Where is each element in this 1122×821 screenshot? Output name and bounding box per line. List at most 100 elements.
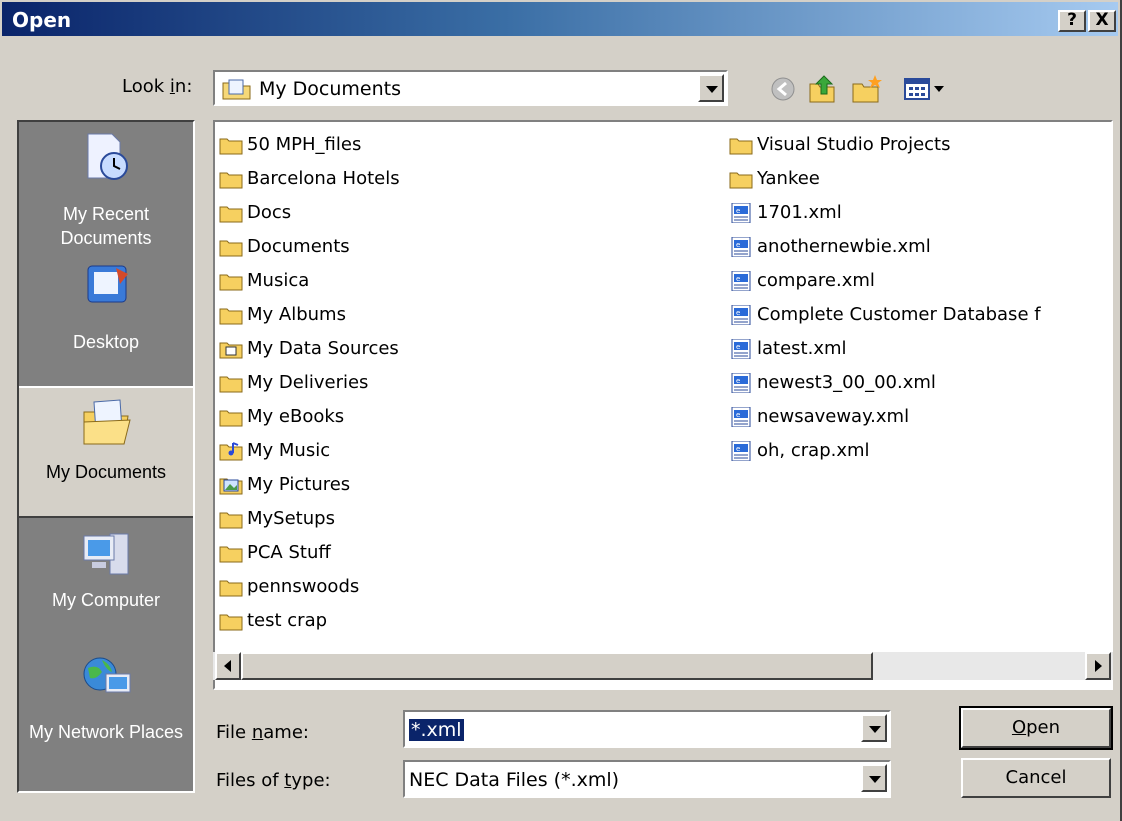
file-name: Yankee [757,168,820,189]
files-of-type-dropdown-button[interactable] [861,764,887,792]
file-list-item[interactable]: e 1701.xml [727,196,1041,230]
file-list-item[interactable]: e oh, crap.xml [727,434,1041,468]
new-folder-icon[interactable] [850,72,884,106]
place-my-recent-documents[interactable]: My Recent Documents [19,122,193,254]
file-list-item[interactable]: PCA Stuff [217,536,400,570]
file-list-item[interactable]: Barcelona Hotels [217,162,400,196]
file-list-item[interactable]: e newsaveway.xml [727,400,1041,434]
file-name: Docs [247,202,292,223]
file-list-item[interactable]: MySetups [217,502,400,536]
view-menu-icon[interactable] [902,72,954,106]
file-name-value: *.xml [409,719,464,741]
file-name-label: File name: [216,722,309,743]
folder-icon [219,274,243,291]
network-places-icon [83,657,131,693]
file-name: Barcelona Hotels [247,168,400,189]
file-list-item[interactable]: My Deliveries [217,366,400,400]
file-name: latest.xml [757,338,847,359]
file-list-item[interactable]: e Complete Customer Database f [727,298,1041,332]
xml-file-icon: e [731,339,751,359]
file-name-dropdown-button[interactable] [861,714,887,742]
file-name: 1701.xml [757,202,842,223]
file-list-item[interactable]: Visual Studio Projects [727,128,1041,162]
cancel-button[interactable]: Cancel [961,758,1111,798]
file-list-column-1: 50 MPH_files Barcelona Hotels Docs Document… [217,128,400,638]
folder-icon [219,512,243,529]
file-list-item[interactable]: e compare.xml [727,264,1041,298]
file-name: test crap [247,610,328,631]
svg-text:e: e [736,241,740,249]
file-name: My Deliveries [247,372,369,393]
place-my-documents[interactable]: My Documents [19,386,193,518]
file-list-item[interactable]: test crap [217,604,400,638]
file-name: PCA Stuff [247,542,331,563]
file-list-item[interactable]: pennswoods [217,570,400,604]
folder-icon [219,138,243,155]
folder-icon [219,172,243,189]
file-list-item[interactable]: 50 MPH_files [217,128,400,162]
file-name: My Data Sources [247,338,399,359]
place-label: Desktop [72,332,140,352]
my-documents-icon [83,399,131,445]
look-in-dropdown[interactable]: My Documents [213,70,728,106]
files-of-type-dropdown[interactable]: NEC Data Files (*.xml) [403,760,891,798]
file-list-item[interactable]: Yankee [727,162,1041,196]
file-name: anothernewbie.xml [757,236,931,257]
folder-icon [219,376,243,393]
file-list-column-2: Visual Studio Projects Yankee e 1701.xml e an… [727,128,1041,468]
file-list-item[interactable]: Musica [217,264,400,298]
file-list-item[interactable]: My eBooks [217,400,400,434]
folder-icon [219,546,243,563]
horizontal-scrollbar[interactable] [213,652,1113,680]
xml-file-icon: e [731,441,751,461]
my-documents-icon [222,79,251,100]
folder-icon [729,138,753,155]
file-list-item[interactable]: My Data Sources [217,332,400,366]
scroll-right-button[interactable] [1085,652,1111,680]
file-name: Documents [247,236,350,257]
file-list-item[interactable]: Docs [217,196,400,230]
file-name: My Albums [247,304,346,325]
file-list-item[interactable]: e anothernewbie.xml [727,230,1041,264]
pictures-folder-icon [219,478,243,495]
data-sources-folder-icon [219,342,243,359]
arrow-right-icon [1095,660,1102,672]
place-label: My Network Places [28,722,184,742]
scroll-left-button[interactable] [215,652,241,680]
folder-icon [219,206,243,223]
folder-icon [219,308,243,325]
file-list-item[interactable]: e latest.xml [727,332,1041,366]
up-folder-icon[interactable] [806,72,840,106]
place-label: My Documents [45,462,167,482]
place-desktop[interactable]: Desktop [19,262,193,386]
xml-file-icon: e [731,237,751,257]
file-name: My Music [247,440,331,461]
help-button[interactable]: ? [1058,10,1086,32]
xml-file-icon: e [731,305,751,325]
file-name: MySetups [247,508,335,529]
title-bar[interactable]: Open ? X [2,2,1118,36]
place-my-network-places[interactable]: My Network Places [19,644,193,792]
file-list-item[interactable]: Documents [217,230,400,264]
back-icon[interactable] [766,72,800,106]
file-name-input[interactable]: *.xml [403,710,891,748]
places-bar: My Recent Documents Desktop My Documents [17,120,195,793]
dialog-title: Open [12,8,72,32]
look-in-dropdown-button[interactable] [698,74,724,102]
file-list[interactable]: 50 MPH_files Barcelona Hotels Docs Document… [213,120,1113,690]
file-name: My eBooks [247,406,345,427]
svg-text:e: e [736,377,740,385]
xml-file-icon: e [731,271,751,291]
folder-icon [219,410,243,427]
file-list-item[interactable]: My Music [217,434,400,468]
file-list-item[interactable]: e newest3_00_00.xml [727,366,1041,400]
open-button[interactable]: Open [959,706,1113,750]
file-list-item[interactable]: My Pictures [217,468,400,502]
place-my-computer[interactable]: My Computer [19,520,193,644]
look-in-value: My Documents [259,78,402,100]
file-list-item[interactable]: My Albums [217,298,400,332]
close-button[interactable]: X [1088,10,1116,32]
scroll-thumb[interactable] [241,652,873,680]
file-name: 50 MPH_files [247,134,362,155]
arrow-left-icon [224,660,231,672]
